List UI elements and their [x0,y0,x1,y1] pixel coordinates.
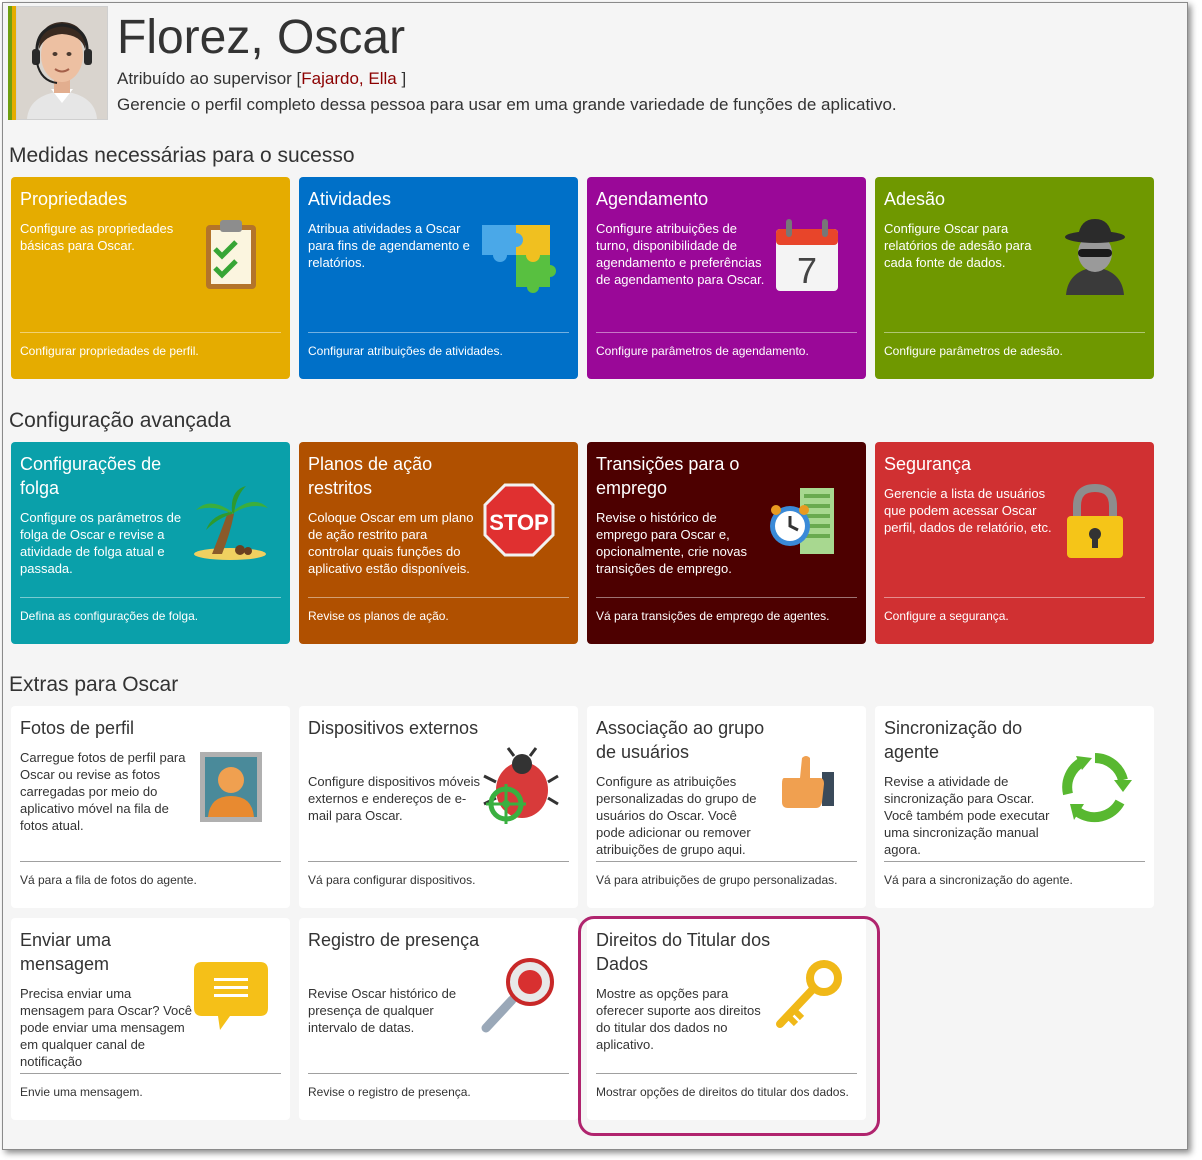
tile-link[interactable]: Vá para atribuições de grupo personaliza… [596,872,838,888]
tile-link[interactable]: Revise os planos de ação. [308,608,449,624]
profile-header: Florez, Oscar Atribuído ao supervisor [F… [8,6,1108,122]
supervisor-line: Atribuído ao supervisor [Fajardo, Ella ] [117,69,406,89]
thumbs-up-icon [766,744,848,826]
padlock-icon [1054,482,1136,564]
section-title-required: Medidas necessárias para o sucesso [9,144,355,167]
tile-title: Enviar uma mensagem [20,930,112,974]
tile-separator [884,332,1145,333]
tile-separator [308,861,569,862]
tile-transicoes-emprego[interactable]: Transições para o emprego Revise o histó… [587,442,866,644]
section-title-advanced: Configuração avançada [9,409,231,432]
tile-link[interactable]: Revise o registro de presença. [308,1084,471,1100]
tile-description: Precisa enviar uma mensagem para Oscar? … [20,986,192,1069]
tile-agendamento[interactable]: Agendamento Configure atribuições de tur… [587,177,866,379]
magnifier-icon [478,954,560,1036]
tile-title: Propriedades [20,189,128,209]
tile-link[interactable]: Configure a segurança. [884,608,1009,624]
person-name: Florez, Oscar [117,11,406,64]
tile-description: Carregue fotos de perfil para Oscar ou r… [20,750,186,833]
tile-seguranca[interactable]: Segurança Gerencie a lista de usuários q… [875,442,1154,644]
tile-separator [596,332,857,333]
profile-photo-icon [190,746,272,828]
tile-title: Planos de ação restritos [308,454,433,498]
tile-link[interactable]: Vá para transições de emprego de agentes… [596,608,829,624]
tile-registro-presenca[interactable]: Registro de presença Revise Oscar histór… [299,918,578,1120]
tile-separator [20,332,281,333]
supervisor-link[interactable]: Fajardo, Ella [301,69,396,88]
clipboard-checklist-icon [190,215,272,297]
tile-title: Fotos de perfil [20,718,135,738]
tile-link[interactable]: Configure parâmetros de adesão. [884,343,1063,359]
tile-link[interactable]: Vá para a sincronização do agente. [884,872,1073,888]
tile-separator [596,861,857,862]
tile-title: Atividades [308,189,392,209]
tile-link[interactable]: Configurar atribuições de atividades. [308,343,503,359]
tile-separator [884,597,1145,598]
tile-title: Agendamento [596,189,709,209]
tile-link[interactable]: Vá para a fila de fotos do agente. [20,872,197,888]
tile-title: Registro de presença [308,930,480,950]
supervisor-bracket-close: ] [396,69,407,88]
avatar [16,6,108,120]
spy-icon [1054,215,1136,297]
section-title-extras: Extras para Oscar [9,673,179,696]
palm-tree-icon [190,484,272,566]
message-bubble-icon [190,954,272,1036]
tile-description: Gerencie a lista de usuários que podem a… [884,486,1052,535]
highlight-outline [578,916,880,1136]
tile-link[interactable]: Configurar propriedades de perfil. [20,343,199,359]
tile-separator [20,1073,281,1074]
tile-title: Associação ao grupo de usuários [596,718,765,762]
tile-link[interactable]: Vá para configurar dispositivos. [308,872,475,888]
tile-link[interactable]: Envie uma mensagem. [20,1084,143,1100]
tile-separator [20,861,281,862]
tile-title: Sincronização do agente [884,718,1023,762]
tile-configuracoes-folga[interactable]: Configurações de folga Configure os parâ… [11,442,290,644]
svg-text:STOP: STOP [489,510,549,535]
accent-bar [8,6,16,120]
tile-propriedades[interactable]: Propriedades Configure as propriedades b… [11,177,290,379]
tile-description: Revise o histórico de emprego para Oscar… [596,510,748,576]
tile-fotos-perfil[interactable]: Fotos de perfil Carregue fotos de perfil… [11,706,290,908]
tile-title: Segurança [884,454,972,474]
page-subtitle: Gerencie o perfil completo dessa pessoa … [117,95,897,114]
tile-separator [884,861,1145,862]
tile-separator [20,597,281,598]
tile-planos-acao[interactable]: Planos de ação restritos Coloque Oscar e… [299,442,578,644]
supervisor-prefix: Atribuído ao supervisor [117,69,297,88]
bug-target-icon [478,746,560,828]
calendar-icon: 7 [766,215,848,297]
tile-separator [596,597,857,598]
tile-description: Configure os parâmetros de folga de Osca… [20,510,182,576]
tile-adesao[interactable]: Adesão Configure Oscar para relatórios d… [875,177,1154,379]
tile-description: Revise Oscar histórico de presença de qu… [308,986,457,1035]
tile-atividades[interactable]: Atividades Atribua atividades a Oscar pa… [299,177,578,379]
tile-description: Configure as atribuições personalizadas … [596,774,757,857]
tile-dispositivos-externos[interactable]: Dispositivos externos Configure disposit… [299,706,578,908]
tile-title: Transições para o emprego [596,454,740,498]
tile-enviar-mensagem[interactable]: Enviar uma mensagem Precisa enviar uma m… [11,918,290,1120]
svg-text:7: 7 [797,250,817,291]
tile-description: Configure as propriedades básicas para O… [20,221,174,253]
tile-description: Configure atribuições de turno, disponib… [596,221,765,287]
stop-sign-icon: STOP [478,480,560,562]
tile-associacao-grupo[interactable]: Associação ao grupo de usuários Configur… [587,706,866,908]
tile-title: Configurações de folga [20,454,162,498]
tile-separator [308,1073,569,1074]
tile-title: Dispositivos externos [308,718,479,738]
tile-description: Configure dispositivos móveis externos e… [308,774,480,823]
tile-separator [308,332,569,333]
tile-title: Adesão [884,189,946,209]
tile-description: Atribua atividades a Oscar para fins de … [308,221,470,270]
tile-description: Configure Oscar para relatórios de adesã… [884,221,1032,270]
tile-sincronizacao-agente[interactable]: Sincronização do agente Revise a ativida… [875,706,1154,908]
tile-separator [308,597,569,598]
tile-link[interactable]: Defina as configurações de folga. [20,608,198,624]
clock-document-icon [766,484,848,566]
tile-link[interactable]: Configure parâmetros de agendamento. [596,343,809,359]
puzzle-icon [478,215,560,297]
tile-description: Coloque Oscar em um plano de ação restri… [308,510,474,576]
tile-description: Revise a atividade de sincronização para… [884,774,1050,857]
sync-arrows-icon [1054,746,1136,828]
